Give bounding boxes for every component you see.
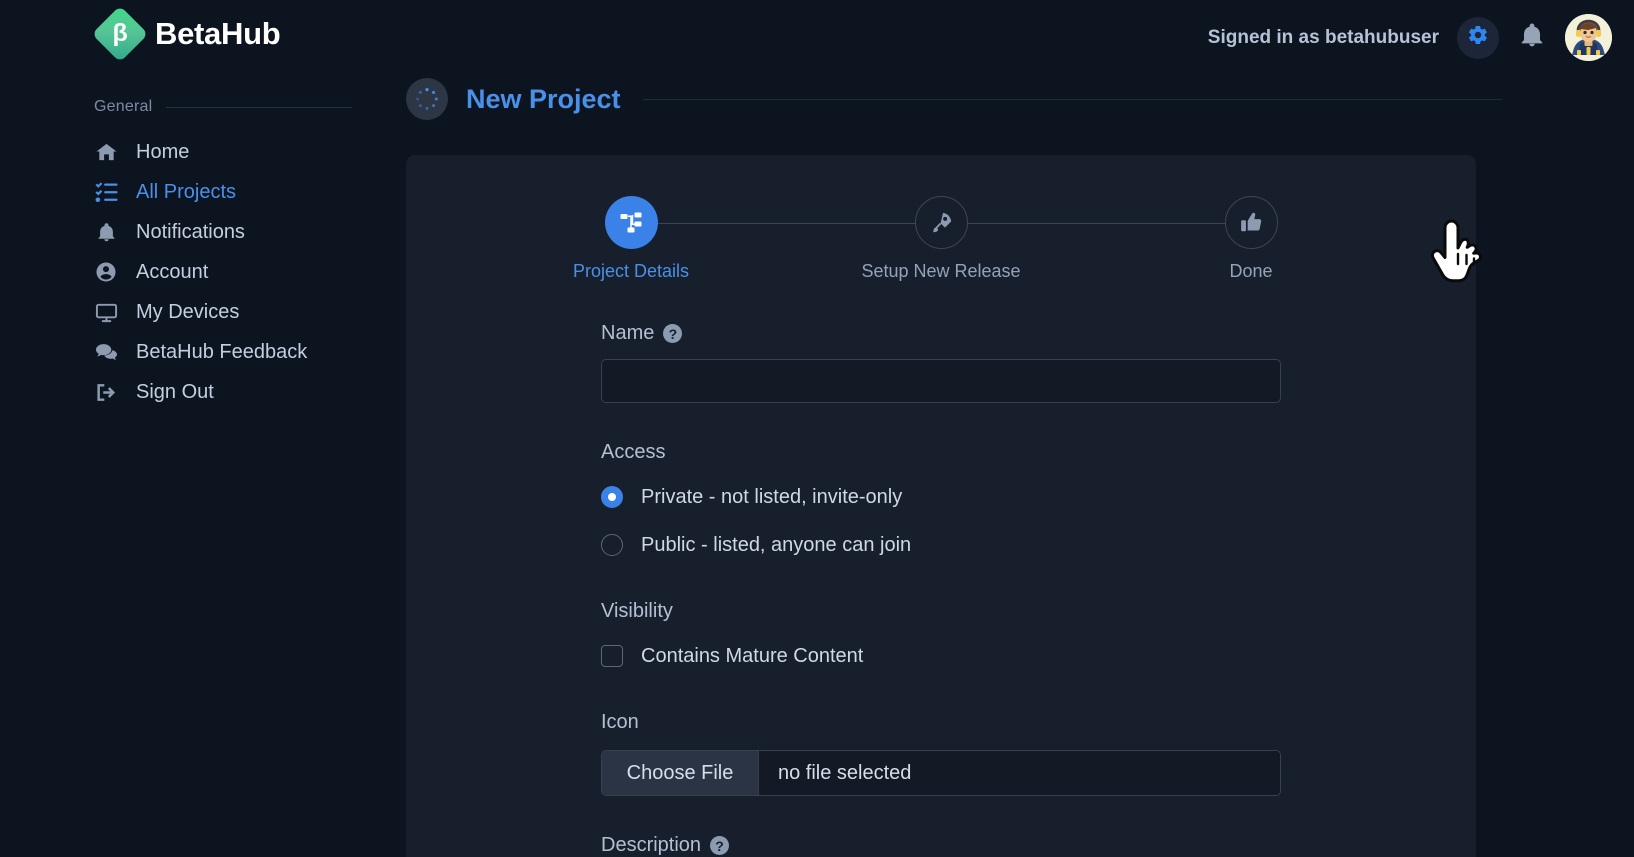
signed-in-label: Signed in as betahubuser [1207, 26, 1439, 48]
sidebar-item-label: Notifications [136, 220, 245, 243]
sidebar-item-home[interactable]: Home [94, 132, 394, 172]
radio-public[interactable] [601, 534, 623, 556]
home-icon [94, 140, 118, 164]
page-title: New Project [466, 83, 621, 114]
access-option-public[interactable]: Public - listed, anyone can join [601, 528, 1281, 562]
project-diagram-icon [620, 212, 642, 232]
step-label: Setup New Release [861, 261, 1021, 281]
brand-logo[interactable]: β BetaHub [91, 5, 281, 63]
step-done-dot[interactable] [1224, 196, 1278, 249]
step-setup-new-release-dot[interactable] [914, 196, 968, 249]
access-option-private[interactable]: Private - not listed, invite-only [601, 480, 1281, 514]
icon-label: Icon [601, 711, 639, 733]
visibility-option-mature-content[interactable]: Contains Mature Content [601, 639, 1281, 673]
sidebar-item-my-devices[interactable]: My Devices [94, 292, 394, 332]
visibility-label: Visibility [601, 600, 673, 622]
user-circle-icon [94, 260, 118, 284]
brand-name: BetaHub [155, 16, 281, 51]
sidebar-section-general: General [94, 98, 352, 116]
page-header-divider [642, 98, 1502, 100]
page-header: New Project [406, 78, 1502, 120]
file-status-text: no file selected [759, 751, 1280, 795]
avatar[interactable] [1565, 14, 1612, 61]
sidebar: β BetaHub General Home All Projects Noti… [0, 0, 405, 857]
step-setup-new-release[interactable]: Setup New Release [846, 188, 1036, 282]
radio-private[interactable] [601, 486, 623, 508]
description-label-text: Description [601, 834, 702, 856]
choose-file-button[interactable]: Choose File [602, 751, 759, 795]
sidebar-section-label: General [94, 98, 153, 115]
sidebar-item-label: All Projects [136, 180, 237, 203]
visibility-option-label: Contains Mature Content [641, 644, 864, 667]
question-circle-icon[interactable]: ? [663, 324, 683, 343]
bell-icon [94, 220, 118, 244]
step-label: Done [1229, 261, 1273, 281]
sidebar-item-label: Home [136, 140, 190, 163]
step-done[interactable]: Done [1156, 188, 1346, 282]
question-circle-icon[interactable]: ? [710, 836, 730, 855]
wizard-stepper: Project Details Setup New Release Done [541, 188, 1341, 281]
brand-glyph: β [113, 18, 129, 47]
notifications-button[interactable] [1517, 23, 1547, 53]
sidebar-nav: Home All Projects Notifications Account … [94, 132, 394, 412]
name-label-text: Name [601, 322, 655, 344]
bell-icon [1519, 22, 1545, 53]
thumbs-up-icon [1240, 212, 1261, 232]
sidebar-item-label: Account [136, 260, 209, 283]
sidebar-item-account[interactable]: Account [94, 252, 394, 292]
step-project-details[interactable]: Project Details [536, 188, 726, 282]
new-project-card: Project Details Setup New Release Done N… [406, 155, 1476, 857]
betahub-logo-icon: β [91, 5, 149, 63]
name-input[interactable] [601, 359, 1281, 403]
access-label: Access [601, 441, 666, 463]
settings-button[interactable] [1457, 16, 1499, 59]
project-details-form: Name ? Access Private - not listed, invi… [601, 322, 1281, 857]
access-option-label: Private - not listed, invite-only [641, 485, 903, 508]
sign-out-icon [94, 380, 118, 404]
sidebar-section-divider [166, 106, 352, 108]
user-avatar-icon [1565, 14, 1612, 61]
spinner-icon [406, 78, 448, 120]
rocket-icon [932, 212, 951, 233]
sidebar-item-notifications[interactable]: Notifications [94, 212, 394, 252]
app-root: β BetaHub General Home All Projects Noti… [0, 0, 1634, 857]
sidebar-item-sign-out[interactable]: Sign Out [94, 372, 394, 412]
sidebar-item-label: My Devices [136, 300, 240, 323]
checkbox-mature-content[interactable] [601, 645, 623, 667]
icon-file-input[interactable]: Choose File no file selected [601, 750, 1281, 796]
description-label: Description ? [601, 834, 1281, 857]
sidebar-item-all-projects[interactable]: All Projects [94, 172, 394, 212]
access-option-label: Public - listed, anyone can join [641, 533, 912, 556]
sidebar-item-label: BetaHub Feedback [136, 340, 308, 363]
step-label: Project Details [572, 261, 690, 281]
sidebar-item-betahub-feedback[interactable]: BetaHub Feedback [94, 332, 394, 372]
gear-icon [1467, 24, 1489, 51]
step-project-details-dot[interactable] [604, 196, 658, 249]
comments-icon [94, 340, 118, 364]
name-label: Name ? [601, 322, 1281, 345]
list-check-icon [94, 180, 118, 204]
topbar: Signed in as betahubuser [1208, 14, 1612, 61]
desktop-icon [94, 300, 118, 324]
sidebar-item-label: Sign Out [136, 380, 214, 403]
